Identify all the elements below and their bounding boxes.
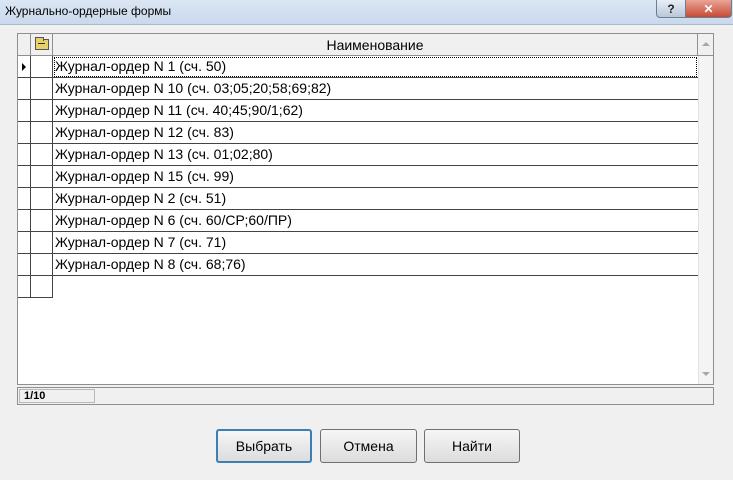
grid-header: Наименование bbox=[18, 34, 713, 56]
row-name-cell[interactable]: Журнал-ордер N 7 (сч. 71) bbox=[53, 232, 698, 254]
row-marker-cell[interactable] bbox=[31, 166, 53, 188]
vertical-scrollbar[interactable] bbox=[698, 42, 713, 384]
row-indicator-cell[interactable] bbox=[18, 122, 31, 144]
scroll-up-arrow-icon[interactable] bbox=[702, 42, 710, 46]
row-marker-cell[interactable] bbox=[31, 78, 53, 100]
grid-rows: Журнал-ордер N 1 (сч. 50) Журнал-ордер N … bbox=[18, 56, 698, 298]
table-row[interactable]: Журнал-ордер N 8 (сч. 68;76) bbox=[18, 254, 698, 276]
empty-new-row[interactable] bbox=[18, 276, 698, 298]
table-row[interactable]: Журнал-ордер N 11 (сч. 40;45;90/1;62) bbox=[18, 100, 698, 122]
row-name-cell[interactable]: Журнал-ордер N 15 (сч. 99) bbox=[53, 166, 698, 188]
close-icon: ✕ bbox=[703, 1, 714, 16]
table-row[interactable]: Журнал-ордер N 12 (сч. 83) bbox=[18, 122, 698, 144]
header-folder-cell[interactable] bbox=[31, 34, 53, 56]
row-indicator-cell[interactable] bbox=[18, 232, 31, 254]
row-name-cell[interactable]: Журнал-ордер N 13 (сч. 01;02;80) bbox=[53, 144, 698, 166]
empty-row-marker-cell[interactable] bbox=[31, 276, 53, 298]
row-name-cell[interactable]: Журнал-ордер N 2 (сч. 51) bbox=[53, 188, 698, 210]
record-counter: 1/10 bbox=[19, 389, 95, 403]
row-marker-cell[interactable] bbox=[31, 188, 53, 210]
row-indicator-cell[interactable] bbox=[18, 166, 31, 188]
row-name-cell[interactable]: Журнал-ордер N 6 (сч. 60/СР;60/ПР) bbox=[53, 210, 698, 232]
row-marker-cell[interactable] bbox=[31, 232, 53, 254]
row-name-cell[interactable]: Журнал-ордер N 12 (сч. 83) bbox=[53, 122, 698, 144]
row-marker-cell[interactable] bbox=[31, 254, 53, 276]
row-indicator-cell[interactable] bbox=[18, 144, 31, 166]
window-title: Журнально-ордерные формы bbox=[5, 4, 172, 18]
table-row[interactable]: Журнал-ордер N 10 (сч. 03;05;20;58;69;82… bbox=[18, 78, 698, 100]
cancel-button[interactable]: Отмена bbox=[320, 429, 417, 463]
help-icon: ? bbox=[667, 1, 675, 16]
row-indicator-cell[interactable] bbox=[18, 100, 31, 122]
select-button[interactable]: Выбрать bbox=[216, 429, 312, 463]
status-bar: 1/10 bbox=[17, 387, 714, 405]
empty-row-marker-cell[interactable] bbox=[18, 276, 31, 298]
row-name-cell[interactable]: Журнал-ордер N 8 (сч. 68;76) bbox=[53, 254, 698, 276]
row-marker-cell[interactable] bbox=[31, 122, 53, 144]
empty-row-cell[interactable] bbox=[53, 276, 698, 298]
close-button[interactable]: ✕ bbox=[685, 0, 732, 18]
row-indicator-cell[interactable] bbox=[18, 254, 31, 276]
table-row[interactable]: Журнал-ордер N 6 (сч. 60/СР;60/ПР) bbox=[18, 210, 698, 232]
table-row[interactable]: Журнал-ордер N 15 (сч. 99) bbox=[18, 166, 698, 188]
row-indicator-cell[interactable] bbox=[18, 210, 31, 232]
header-corner-cell bbox=[18, 34, 31, 56]
current-row-arrow-icon bbox=[22, 63, 26, 71]
row-marker-cell[interactable] bbox=[31, 56, 53, 78]
table-row[interactable]: Журнал-ордер N 13 (сч. 01;02;80) bbox=[18, 144, 698, 166]
find-button[interactable]: Найти bbox=[424, 429, 520, 463]
table-row[interactable]: Журнал-ордер N 7 (сч. 71) bbox=[18, 232, 698, 254]
row-marker-cell[interactable] bbox=[31, 210, 53, 232]
table-row[interactable]: Журнал-ордер N 1 (сч. 50) bbox=[18, 56, 698, 78]
folder-up-icon bbox=[34, 37, 49, 50]
row-marker-cell[interactable] bbox=[31, 100, 53, 122]
title-bar[interactable]: Журнально-ордерные формы ? ✕ bbox=[0, 0, 733, 25]
help-button[interactable]: ? bbox=[656, 0, 686, 18]
scroll-down-arrow-icon[interactable] bbox=[702, 372, 710, 376]
row-name-cell[interactable]: Журнал-ордер N 1 (сч. 50) bbox=[53, 56, 698, 78]
column-header-name[interactable]: Наименование bbox=[53, 34, 698, 56]
row-indicator-cell[interactable] bbox=[18, 188, 31, 210]
row-name-cell[interactable]: Журнал-ордер N 11 (сч. 40;45;90/1;62) bbox=[53, 100, 698, 122]
journal-forms-grid[interactable]: Наименование Журнал-ордер N 1 (сч. 50) Жу… bbox=[17, 33, 714, 385]
row-indicator-cell[interactable] bbox=[18, 78, 31, 100]
table-row[interactable]: Журнал-ордер N 2 (сч. 51) bbox=[18, 188, 698, 210]
row-name-cell[interactable]: Журнал-ордер N 10 (сч. 03;05;20;58;69;82… bbox=[53, 78, 698, 100]
row-marker-cell[interactable] bbox=[31, 144, 53, 166]
row-indicator-cell[interactable] bbox=[18, 56, 31, 78]
